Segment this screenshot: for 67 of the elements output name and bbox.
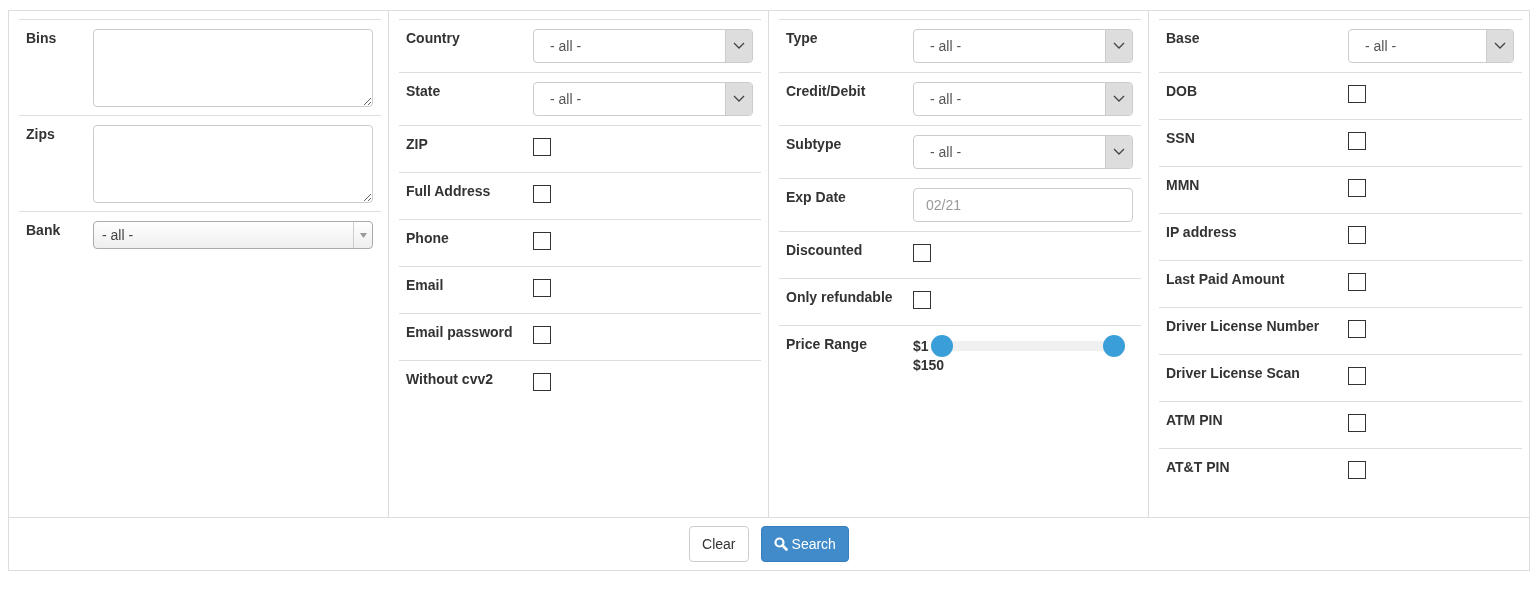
field-label: Email [406, 276, 445, 295]
field-label: ATM PIN [1166, 411, 1224, 430]
field-label: Only refundable [786, 288, 894, 307]
field-label: IP address [1166, 223, 1238, 242]
field-label: Email password [406, 323, 514, 342]
field-label: Bank [26, 221, 62, 240]
checkbox[interactable] [1348, 85, 1366, 103]
field-label: SSN [1166, 129, 1196, 148]
field-label: Subtype [786, 135, 843, 154]
checkbox[interactable] [1348, 226, 1366, 244]
checkbox[interactable] [1348, 414, 1366, 432]
checkbox[interactable] [533, 326, 551, 344]
caret-down-icon [359, 232, 367, 238]
search-icon [773, 537, 788, 551]
min-price: $1 [913, 338, 929, 354]
chevron-down-icon [733, 95, 745, 103]
checkbox[interactable] [533, 232, 551, 250]
field-label: Last Paid Amount [1166, 270, 1286, 289]
field-label: Exp Date [786, 188, 847, 207]
chevron-down-icon [1494, 42, 1506, 50]
field-label: Driver License Number [1166, 317, 1321, 336]
checkbox[interactable] [1348, 461, 1366, 479]
field-label: Price Range [786, 335, 868, 354]
max-price: $150 [913, 357, 946, 373]
field-label: Driver License Scan [1166, 364, 1301, 383]
field-label: State [406, 82, 442, 101]
checkbox[interactable] [1348, 273, 1366, 291]
field-label: Phone [406, 229, 450, 248]
checkbox[interactable] [533, 185, 551, 203]
checkbox[interactable] [533, 138, 551, 156]
field-label: Type [786, 29, 819, 48]
field-label: Country [406, 29, 461, 48]
chevron-down-icon [1113, 95, 1125, 103]
dropdown[interactable]: - all - [913, 82, 1133, 116]
field-label: Credit/Debit [786, 82, 867, 101]
search-button[interactable]: Search [760, 526, 849, 562]
checkbox[interactable] [533, 279, 551, 297]
dropdown[interactable]: - all - [1348, 29, 1514, 63]
dropdown[interactable]: - all - [913, 29, 1133, 63]
checkbox[interactable] [913, 244, 931, 262]
checkbox[interactable] [533, 373, 551, 391]
field-label: Without cvv2 [406, 370, 494, 389]
dropdown[interactable]: - all - [533, 29, 753, 63]
field-label: Discounted [786, 241, 864, 260]
field-label: MMN [1166, 176, 1201, 195]
checkbox[interactable] [1348, 179, 1366, 197]
checkbox[interactable] [913, 291, 931, 309]
chevron-down-icon [733, 42, 745, 50]
field-label: AT&T PIN [1166, 458, 1231, 477]
field-label: DOB [1166, 82, 1199, 101]
chevron-down-icon [1113, 42, 1125, 50]
dropdown[interactable]: - all - [93, 221, 373, 249]
field-label: Full Address [406, 182, 492, 201]
field-label: Bins [26, 29, 58, 48]
slider-handle[interactable] [1103, 335, 1125, 357]
dropdown[interactable]: - all - [913, 135, 1133, 169]
field-label: Base [1166, 29, 1201, 48]
chevron-down-icon [1113, 148, 1125, 156]
checkbox[interactable] [1348, 320, 1366, 338]
checkbox[interactable] [1348, 367, 1366, 385]
field-label: Zips [26, 125, 56, 144]
checkbox[interactable] [1348, 132, 1366, 150]
dropdown[interactable]: - all - [533, 82, 753, 116]
field-label: ZIP [406, 135, 429, 154]
clear-button[interactable]: Clear [689, 526, 749, 562]
date-field[interactable]: 02/21 [913, 188, 1133, 222]
slider-handle[interactable] [930, 335, 953, 357]
